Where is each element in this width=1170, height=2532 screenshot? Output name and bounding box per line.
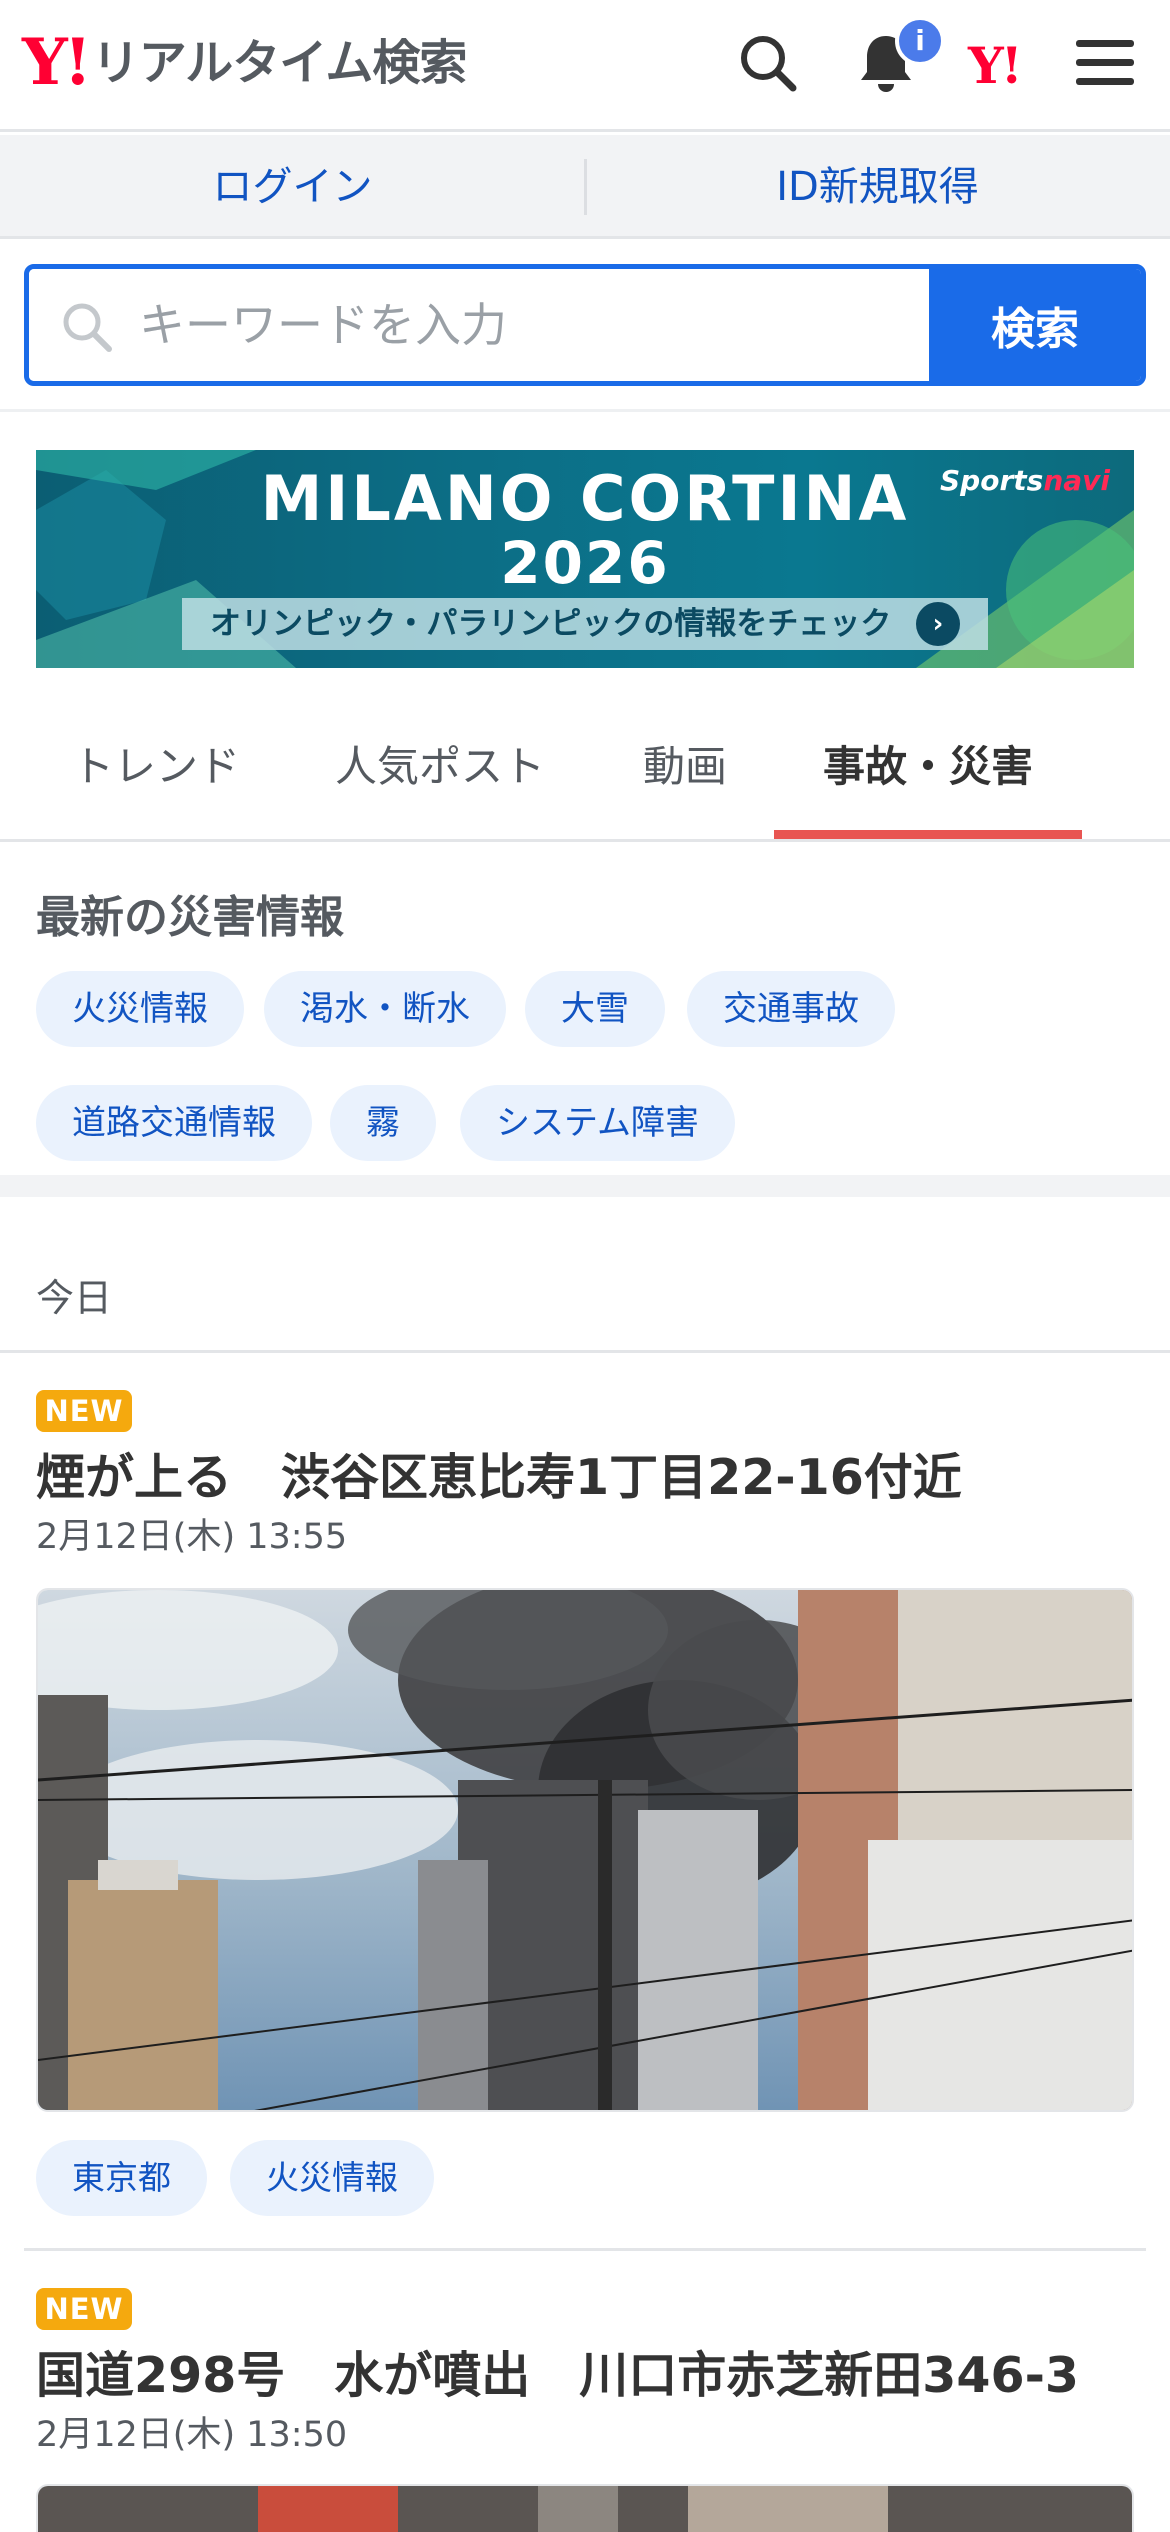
login-link[interactable]: ログイン <box>0 135 585 239</box>
search-area: 検索 <box>0 242 1170 412</box>
search-icon[interactable] <box>735 30 801 96</box>
yahoo-japan-icon[interactable]: Y! <box>968 36 1023 95</box>
yahoo-realtime-logo[interactable]: Y! リアルタイム検索 <box>22 25 468 100</box>
disaster-info-section: 最新の災害情報 火災情報 渇水・断水 大雪 交通事故 道路交通情報 霧 システム… <box>0 845 1170 1197</box>
banner-title: MILANO CORTINA <box>260 462 910 535</box>
active-tab-indicator <box>774 830 1082 839</box>
chip-fire[interactable]: 火災情報 <box>36 971 244 1047</box>
banner-year: 2026 <box>500 529 670 597</box>
article-photo[interactable] <box>36 2484 1134 2532</box>
account-bar: ログイン ID新規取得 <box>0 135 1170 239</box>
article-title[interactable]: 煙が上る 渋谷区恵比寿1丁目22-16付近 <box>36 1438 962 1509</box>
tab-trend[interactable]: トレンド <box>36 700 276 842</box>
search-form: 検索 <box>24 264 1146 386</box>
search-button[interactable]: 検索 <box>929 269 1141 381</box>
app-header: Y! リアルタイム検索 i Y! <box>0 0 1170 132</box>
tag-fire[interactable]: 火災情報 <box>230 2140 434 2216</box>
notification-badge[interactable]: i <box>895 16 945 66</box>
section-title: 最新の災害情報 <box>36 892 344 943</box>
tab-video[interactable]: 動画 <box>600 700 770 842</box>
chip-heavy-snow[interactable]: 大雪 <box>525 971 665 1047</box>
smoke-building-photo <box>38 1590 1132 2110</box>
article-timestamp: 2月12日(木) 13:50 <box>36 2415 348 2455</box>
today-label: 今日 <box>36 1276 113 1320</box>
yahoo-logo-mark: Y! <box>22 25 92 100</box>
chip-system-failure[interactable]: システム障害 <box>460 1085 735 1161</box>
article-card[interactable]: NEW 煙が上る 渋谷区恵比寿1丁目22-16付近 2月12日(木) 13:55 <box>0 1356 1170 2251</box>
logo-title: リアルタイム検索 <box>91 35 468 91</box>
category-tabs: トレンド 人気ポスト 動画 事故・災害 <box>0 700 1170 842</box>
article-photo[interactable] <box>36 1588 1134 2112</box>
search-glass-icon <box>63 303 112 352</box>
chip-water-shortage[interactable]: 渇水・断水 <box>264 971 506 1047</box>
date-header: 今日 <box>0 1219 1170 1353</box>
olympics-banner[interactable]: Sportsnavi MILANO CORTINA 2026 オリンピック・パラ… <box>36 450 1134 668</box>
search-input-wrap <box>29 269 939 381</box>
chip-traffic-accident[interactable]: 交通事故 <box>687 971 895 1047</box>
banner-tagline: オリンピック・パラリンピックの情報をチェック <box>182 598 988 650</box>
chevron-right-icon: › <box>916 602 960 646</box>
article-photo-preview <box>38 2486 1132 2532</box>
article-title[interactable]: 国道298号 水が噴出 川口市赤芝新田346-3 <box>36 2336 1079 2407</box>
new-badge: NEW <box>36 2288 132 2330</box>
tab-accident-disaster[interactable]: 事故・災害 <box>774 700 1082 842</box>
tag-tokyo[interactable]: 東京都 <box>36 2140 207 2216</box>
article-divider <box>24 2248 1146 2251</box>
search-input[interactable] <box>139 269 939 381</box>
signup-link[interactable]: ID新規取得 <box>585 135 1170 239</box>
tab-popular-posts[interactable]: 人気ポスト <box>310 700 570 842</box>
new-badge: NEW <box>36 1390 132 1432</box>
chip-road-traffic[interactable]: 道路交通情報 <box>36 1085 312 1161</box>
hamburger-menu-icon[interactable] <box>1072 30 1138 96</box>
chip-fog[interactable]: 霧 <box>330 1085 436 1161</box>
article-timestamp: 2月12日(木) 13:55 <box>36 1517 348 1557</box>
article-card[interactable]: NEW 国道298号 水が噴出 川口市赤芝新田346-3 2月12日(木) 13… <box>0 2254 1170 2532</box>
